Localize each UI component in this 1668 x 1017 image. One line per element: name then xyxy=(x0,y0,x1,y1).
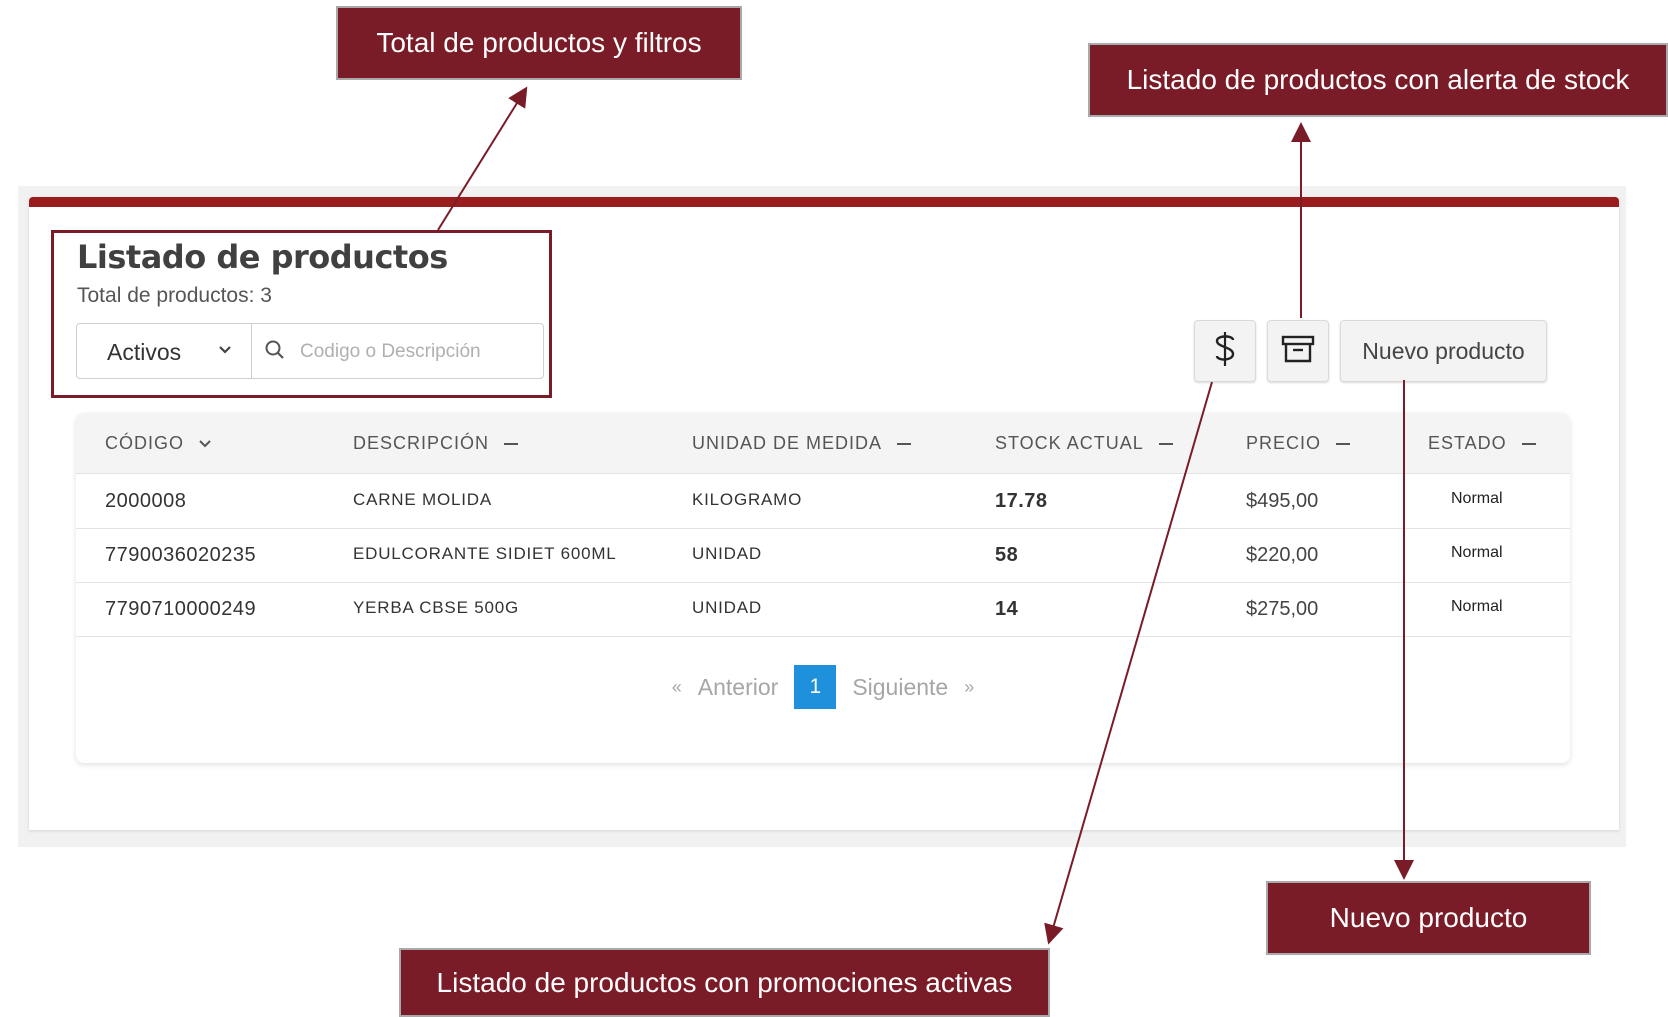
col-unit-label: UNIDAD DE MEDIDA xyxy=(692,433,883,453)
cell-description: CARNE MOLIDA xyxy=(353,490,493,509)
sort-neutral-icon xyxy=(504,442,519,445)
col-description[interactable]: DESCRIPCIÓN xyxy=(353,433,519,454)
col-price-label: PRECIO xyxy=(1246,433,1322,453)
new-product-button[interactable]: Nuevo producto xyxy=(1340,320,1547,382)
prev-arrow-icon[interactable]: « xyxy=(672,677,682,698)
prev-page-link[interactable]: Anterior xyxy=(698,674,779,701)
archive-icon xyxy=(1281,334,1315,369)
cell-unit: UNIDAD xyxy=(692,544,762,563)
sort-neutral-icon xyxy=(897,442,912,445)
pagination: « Anterior 1 Siguiente » xyxy=(76,665,1570,709)
annotation-promotions: Listado de productos con promociones act… xyxy=(399,948,1050,1017)
cell-stock: 14 xyxy=(995,598,1019,620)
col-state-label: ESTADO xyxy=(1428,433,1507,453)
cell-stock: 58 xyxy=(995,544,1019,566)
col-stock[interactable]: STOCK ACTUAL xyxy=(995,433,1174,454)
filters-highlight xyxy=(51,230,552,398)
sort-neutral-icon xyxy=(1521,442,1536,445)
cell-price: $495,00 xyxy=(1246,490,1319,512)
table-header: CÓDIGO DESCRIPCIÓN UNIDAD DE MEDIDA STOC… xyxy=(76,413,1570,474)
dollar-icon xyxy=(1212,330,1238,373)
col-code-label: CÓDIGO xyxy=(105,433,185,453)
promotions-button[interactable] xyxy=(1194,320,1256,382)
sort-neutral-icon xyxy=(1336,442,1351,445)
sort-neutral-icon xyxy=(1158,442,1173,445)
stock-alert-button[interactable] xyxy=(1267,320,1329,382)
annotation-new-product: Nuevo producto xyxy=(1266,881,1591,955)
next-arrow-icon[interactable]: » xyxy=(964,677,974,698)
current-page[interactable]: 1 xyxy=(794,665,837,709)
col-unit[interactable]: UNIDAD DE MEDIDA xyxy=(692,433,912,454)
products-table: CÓDIGO DESCRIPCIÓN UNIDAD DE MEDIDA STOC… xyxy=(76,413,1570,763)
cell-code: 2000008 xyxy=(105,490,187,512)
table-row[interactable]: 2000008 CARNE MOLIDA KILOGRAMO 17.78 $49… xyxy=(76,474,1570,529)
chevron-down-icon xyxy=(199,439,211,447)
cell-code: 7790036020235 xyxy=(105,544,257,566)
cell-code: 7790710000249 xyxy=(105,598,257,620)
cell-description: EDULCORANTE SIDIET 600ML xyxy=(353,544,617,563)
cell-state: Normal xyxy=(1451,490,1503,507)
cell-stock: 17.78 xyxy=(995,490,1048,512)
col-state[interactable]: ESTADO xyxy=(1428,433,1537,454)
next-page-link[interactable]: Siguiente xyxy=(852,674,948,701)
cell-price: $275,00 xyxy=(1246,598,1319,620)
annotation-filters: Total de productos y filtros xyxy=(336,6,742,80)
cell-description: YERBA CBSE 500G xyxy=(353,598,520,617)
col-description-label: DESCRIPCIÓN xyxy=(353,433,490,453)
table-row[interactable]: 7790036020235 EDULCORANTE SIDIET 600ML U… xyxy=(76,528,1570,583)
col-code[interactable]: CÓDIGO xyxy=(105,433,212,454)
col-price[interactable]: PRECIO xyxy=(1246,433,1351,454)
cell-unit: KILOGRAMO xyxy=(692,490,803,509)
cell-price: $220,00 xyxy=(1246,544,1319,566)
cell-state: Normal xyxy=(1451,544,1503,561)
annotation-stock-alert: Listado de productos con alerta de stock xyxy=(1088,43,1668,117)
cell-unit: UNIDAD xyxy=(692,598,762,617)
cell-state: Normal xyxy=(1451,598,1503,615)
col-stock-label: STOCK ACTUAL xyxy=(995,433,1144,453)
table-row[interactable]: 7790710000249 YERBA CBSE 500G UNIDAD 14 … xyxy=(76,582,1570,637)
